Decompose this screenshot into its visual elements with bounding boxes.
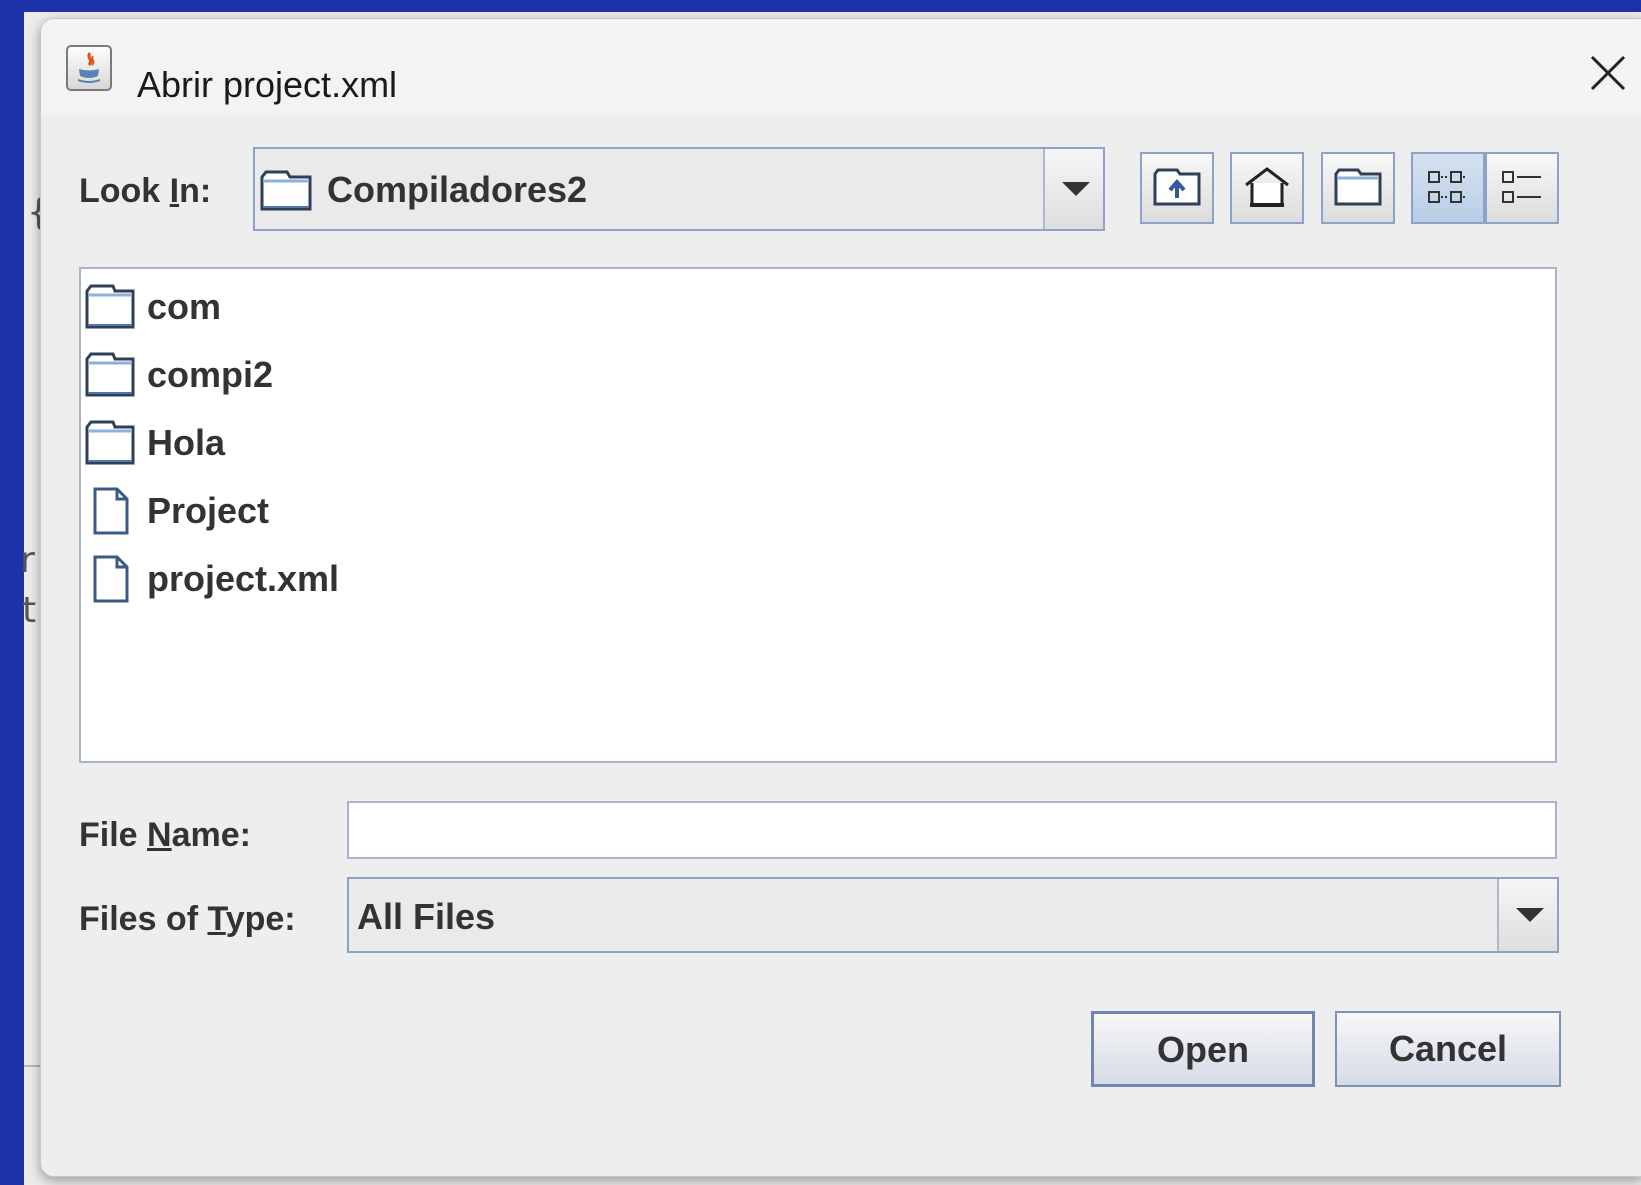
file-name-label-part: File: [79, 816, 148, 854]
file-icon: [93, 555, 129, 603]
look-in-label: Look In:: [79, 171, 211, 211]
files-of-type-label: Files of Type:: [79, 899, 296, 939]
file-list-item-compi2[interactable]: compi2: [85, 349, 685, 403]
up-one-level-button[interactable]: [1140, 152, 1214, 224]
file-name-label: File Name:: [79, 815, 251, 855]
files-of-type-value: All Files: [357, 896, 496, 937]
look-in-dropdown-arrow[interactable]: [1043, 149, 1103, 229]
close-button[interactable]: [1582, 47, 1634, 99]
details-view-icon: [1502, 171, 1541, 203]
cancel-button[interactable]: Cancel: [1335, 1011, 1561, 1087]
file-name: compi2: [147, 354, 274, 395]
folder-icon: [260, 170, 312, 211]
open-button[interactable]: Open: [1091, 1011, 1315, 1087]
home-icon: [1245, 167, 1289, 207]
look-in-label-mnemonic: I: [169, 172, 180, 210]
list-view-button[interactable]: [1411, 152, 1485, 224]
dialog-title: Abrir project.xml: [137, 64, 398, 105]
file-name-input[interactable]: [347, 801, 1557, 859]
folder-icon: [85, 420, 135, 465]
background-text-fragment: t: [22, 590, 37, 631]
files-of-type-label-mnemonic: T: [207, 900, 226, 938]
files-of-type-label-part: ype:: [225, 900, 296, 938]
file-list-item-hola[interactable]: Hola: [85, 417, 685, 471]
new-folder-button[interactable]: [1321, 152, 1395, 224]
file-name: Hola: [147, 422, 226, 463]
file-name-label-mnemonic: N: [147, 816, 172, 854]
up-one-level-icon: [1153, 168, 1201, 206]
files-of-type-dropdown-arrow[interactable]: [1497, 879, 1557, 951]
details-view-button[interactable]: [1485, 152, 1559, 224]
folder-icon: [85, 352, 135, 397]
close-icon: [1590, 55, 1626, 91]
file-name: project.xml: [147, 558, 340, 599]
java-app-icon: [66, 45, 112, 91]
file-name: com: [147, 286, 222, 327]
file-name-label-part: ame:: [171, 816, 251, 854]
look-in-value: Compiladores2: [327, 169, 588, 210]
file-list-item-project[interactable]: Project: [85, 485, 685, 539]
folder-icon: [85, 284, 135, 329]
open-file-dialog: Abrir project.xml Look In: Compiladores2: [40, 18, 1641, 1177]
list-view-icon: [1428, 171, 1467, 203]
look-in-label-part: n:: [179, 172, 212, 210]
home-button[interactable]: [1230, 152, 1304, 224]
files-of-type-combo[interactable]: All Files: [347, 877, 1559, 953]
look-in-label-part: Look: [79, 172, 170, 210]
file-list-item-project-xml[interactable]: project.xml: [85, 553, 685, 607]
file-list[interactable]: com compi2 Hola Project project.xml: [79, 267, 1557, 763]
files-of-type-label-part: Files of: [79, 900, 208, 938]
title-bar[interactable]: Abrir project.xml: [41, 19, 1641, 115]
file-name: Project: [147, 490, 270, 531]
background-text-fragment: r: [20, 540, 35, 581]
new-folder-icon: [1334, 168, 1382, 206]
file-list-item-com[interactable]: com: [85, 281, 685, 335]
file-icon: [93, 487, 129, 535]
look-in-combo[interactable]: Compiladores2: [253, 147, 1105, 231]
